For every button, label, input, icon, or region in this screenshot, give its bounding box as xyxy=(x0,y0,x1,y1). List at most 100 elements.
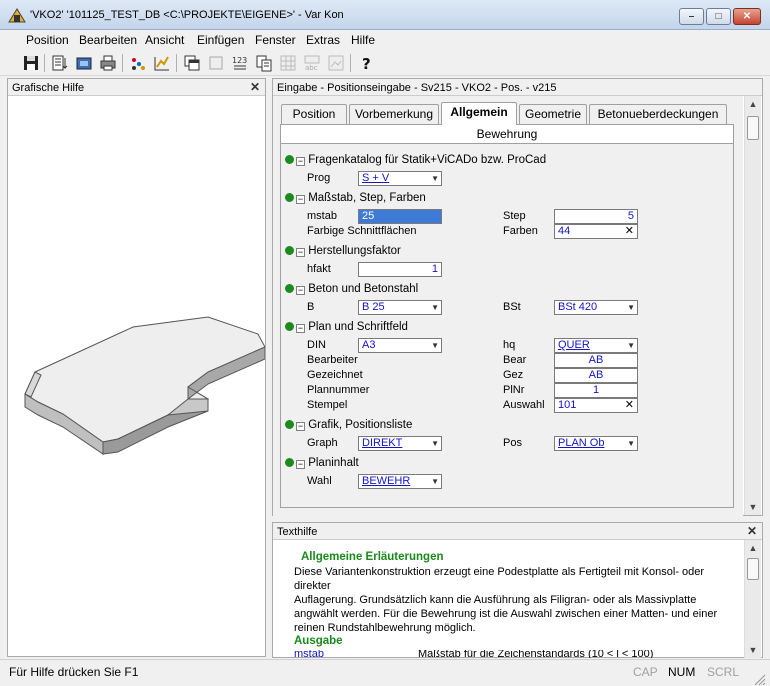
maximize-button[interactable]: □ xyxy=(706,8,731,25)
pos-select[interactable]: PLAN Ob ▼ xyxy=(554,436,638,451)
auswahl-field[interactable]: 101 ✕ xyxy=(554,398,638,413)
svg-text:abc: abc xyxy=(305,64,318,72)
copy-window-icon[interactable] xyxy=(182,53,202,73)
step-field[interactable]: 5 xyxy=(554,209,638,224)
menu-extras[interactable]: Extras xyxy=(306,33,340,47)
document-icon[interactable] xyxy=(254,53,274,73)
section-herstellungsfaktor[interactable]: − Herstellungsfaktor xyxy=(285,245,401,257)
section-planinhalt[interactable]: − Planinhalt xyxy=(285,457,359,469)
menu-einfuegen[interactable]: Einfügen xyxy=(197,33,244,47)
menu-position[interactable]: Position xyxy=(26,33,69,47)
prog-label: Prog xyxy=(307,172,331,184)
scroll-thumb[interactable] xyxy=(747,116,759,140)
chevron-down-icon: ▼ xyxy=(431,477,439,486)
help-scrollbar[interactable]: ▲ ▼ xyxy=(744,540,761,658)
tab-vorbemerkung[interactable]: Vorbemerkung xyxy=(349,104,439,124)
chevron-down-icon: ▼ xyxy=(627,439,635,448)
save-icon[interactable] xyxy=(21,53,41,73)
scroll-thumb[interactable] xyxy=(747,558,759,580)
plnr-field[interactable]: 1 xyxy=(554,383,638,398)
hq-select[interactable]: QUER ▼ xyxy=(554,338,638,353)
gezeichnet-label: Gezeichnet xyxy=(307,369,363,381)
collapse-icon[interactable]: − xyxy=(296,157,305,166)
farben-field[interactable]: 44 ✕ xyxy=(554,224,638,239)
din-select[interactable]: A3 ▼ xyxy=(358,338,442,353)
window-title: 'VKO2' '101125_TEST_DB <C:\PROJEKTE\EIGE… xyxy=(30,9,344,21)
help-heading-ausgabe: Ausgabe xyxy=(294,635,343,647)
scroll-down-icon[interactable]: ▼ xyxy=(745,642,761,658)
window-icon[interactable] xyxy=(206,53,226,73)
text-help-title: Texthilfe xyxy=(277,526,318,538)
menu-bearbeiten[interactable]: Bearbeiten xyxy=(79,33,137,47)
print-icon[interactable] xyxy=(98,53,118,73)
svg-text:?: ? xyxy=(362,55,371,73)
form-scrollbar[interactable]: ▲ ▼ xyxy=(744,96,761,515)
graphic-help-title: Grafische Hilfe xyxy=(12,82,85,94)
menu-hilfe[interactable]: Hilfe xyxy=(351,33,375,47)
wahl-select[interactable]: BEWEHR ▼ xyxy=(358,474,442,489)
dots-icon[interactable] xyxy=(128,53,148,73)
menu-fenster[interactable]: Fenster xyxy=(255,33,296,47)
graphic-help-panel: Grafische Hilfe ✕ xyxy=(7,78,266,657)
bear-field[interactable]: AB xyxy=(554,353,638,368)
numbering-icon[interactable]: 123 xyxy=(230,53,250,73)
mstab-field[interactable]: 25 xyxy=(358,209,442,224)
close-icon[interactable]: ✕ xyxy=(747,524,757,538)
close-icon[interactable]: ✕ xyxy=(250,80,260,94)
section-massstab[interactable]: − Maßstab, Step, Farben xyxy=(285,192,426,204)
image-icon[interactable] xyxy=(326,53,346,73)
tab-position[interactable]: Position xyxy=(281,104,347,124)
position-input-header: Eingabe - Positionseingabe - Sv215 - VKO… xyxy=(273,79,762,96)
step-label: Step xyxy=(503,210,526,222)
collapse-icon[interactable]: − xyxy=(296,324,305,333)
grid-icon[interactable] xyxy=(278,53,298,73)
close-button[interactable]: ✕ xyxy=(733,8,761,25)
tab-allgemein[interactable]: Allgemein xyxy=(441,102,517,125)
section-grafik[interactable]: − Grafik, Positionsliste xyxy=(285,419,412,431)
database-icon[interactable] xyxy=(74,53,94,73)
prog-select[interactable]: S + V ▼ xyxy=(358,171,442,186)
svg-text:123: 123 xyxy=(232,56,247,65)
collapse-icon[interactable]: − xyxy=(296,460,305,469)
help-row-text: Maßstab für die Zeichenstandards (10 < l… xyxy=(418,650,654,658)
scroll-up-icon[interactable]: ▲ xyxy=(745,96,761,112)
collapse-icon[interactable]: − xyxy=(296,286,305,295)
tab-betonueberdeckungen[interactable]: Betonueberdeckungen xyxy=(589,104,727,124)
section-fragenkatalog[interactable]: − Fragenkatalog für Statik+ViCADo bzw. P… xyxy=(285,154,546,166)
b-label: B xyxy=(307,301,315,313)
scroll-up-icon[interactable]: ▲ xyxy=(745,540,761,556)
section-plan[interactable]: − Plan und Schriftfeld xyxy=(285,321,408,333)
graph-select[interactable]: DIREKT ▼ xyxy=(358,436,442,451)
collapse-icon[interactable]: − xyxy=(296,422,305,431)
bearbeiter-label: Bearbeiter xyxy=(307,354,358,366)
collapse-icon[interactable]: − xyxy=(296,248,305,257)
gez-field[interactable]: AB xyxy=(554,368,638,383)
chevron-down-icon: ▼ xyxy=(431,341,439,350)
hfakt-label: hfakt xyxy=(307,263,331,275)
resize-grip-icon[interactable] xyxy=(752,672,766,686)
chart-icon[interactable] xyxy=(152,53,172,73)
b-select[interactable]: B 25 ▼ xyxy=(358,300,442,315)
plnr-label: PlNr xyxy=(503,384,525,396)
chevron-down-icon: ▼ xyxy=(627,303,635,312)
form-area: − Fragenkatalog für Statik+ViCADo bzw. P… xyxy=(280,144,734,508)
status-scrl: SCRL xyxy=(707,665,740,679)
hfakt-field[interactable]: 1 xyxy=(358,262,442,277)
minimize-button[interactable]: – xyxy=(679,8,704,25)
scroll-down-icon[interactable]: ▼ xyxy=(745,499,761,515)
clear-icon[interactable]: ✕ xyxy=(625,225,634,238)
tab-geometrie[interactable]: Geometrie xyxy=(519,104,587,124)
status-dot-icon xyxy=(285,246,294,255)
list-icon[interactable] xyxy=(50,53,70,73)
tab-bewehrung[interactable]: Bewehrung xyxy=(280,124,734,144)
section-beton[interactable]: − Beton und Betonstahl xyxy=(285,283,418,295)
abc-icon[interactable]: abc xyxy=(302,53,322,73)
status-bar: Für Hilfe drücken Sie F1 CAP NUM SCRL xyxy=(0,659,770,686)
help-icon[interactable]: ? xyxy=(356,53,376,73)
menu-ansicht[interactable]: Ansicht xyxy=(145,33,184,47)
collapse-icon[interactable]: − xyxy=(296,195,305,204)
help-paragraph: Diese Variantenkonstruktion erzeugt eine… xyxy=(294,566,718,634)
clear-icon[interactable]: ✕ xyxy=(625,399,634,412)
title-bar: 'VKO2' '101125_TEST_DB <C:\PROJEKTE\EIGE… xyxy=(0,0,770,30)
bst-select[interactable]: BSt 420 ▼ xyxy=(554,300,638,315)
